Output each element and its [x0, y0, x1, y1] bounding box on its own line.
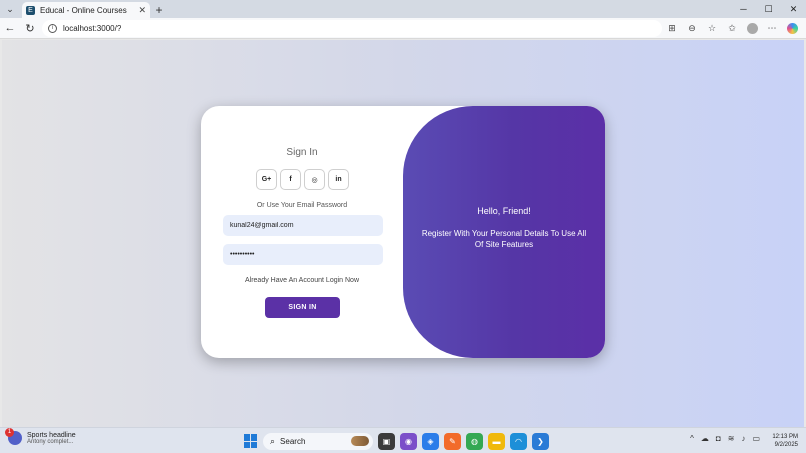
welcome-panel: Hello, Friend! Register With Your Person… [403, 106, 605, 358]
signin-button[interactable]: SIGN IN [265, 297, 340, 318]
tab-list-chevron-icon[interactable]: ⌄ [0, 0, 20, 18]
email-field[interactable] [223, 215, 383, 236]
tab-title: Educal - Online Courses [40, 5, 127, 15]
search-highlight-icon [351, 436, 369, 446]
battery-icon[interactable]: ▭ [752, 434, 760, 443]
alt-login-text: Or Use Your Email Password [256, 202, 348, 209]
windows-start-icon[interactable] [244, 434, 258, 448]
more-options-icon[interactable]: ⋯ [762, 19, 782, 39]
auth-card: Sign In G+ f ◎ in Or Use Your Email Pass… [201, 106, 605, 358]
taskbar: 1 Sports headline Antony complet... ⌕ Se… [0, 427, 806, 453]
news-widget[interactable]: 1 Sports headline Antony complet... [5, 428, 76, 445]
system-tray: ^ ☁ ◘ ≋ ♪ ▭ [690, 434, 760, 443]
signin-form: Sign In G+ f ◎ in Or Use Your Email Pass… [201, 106, 403, 358]
widget-title: Sports headline [27, 431, 76, 439]
signin-title: Sign In [286, 147, 318, 158]
new-tab-button[interactable]: + [150, 2, 168, 18]
taskbar-search[interactable]: ⌕ Search [263, 432, 373, 450]
refresh-button[interactable]: ↻ [20, 18, 40, 38]
app-view-icon[interactable]: ⊞ [662, 19, 682, 39]
app-orange-icon[interactable]: ✎ [444, 432, 461, 450]
panel-title: Hello, Friend! [477, 206, 531, 216]
app-blue-icon[interactable]: ◈ [422, 432, 439, 450]
window-controls: ─ ☐ ✕ [731, 0, 806, 18]
browser-toolbar: ← ↻ i localhost:3000/? ⊞ ⊖ ☆ ✩ ⋯ [0, 18, 806, 39]
close-window-button[interactable]: ✕ [781, 0, 806, 18]
address-bar[interactable]: i localhost:3000/? [42, 20, 662, 37]
favicon-icon: E [26, 5, 35, 15]
app-circle-icon[interactable]: ◉ [400, 432, 417, 450]
wifi-icon[interactable]: ≋ [728, 434, 735, 443]
linkedin-icon[interactable]: in [328, 169, 349, 190]
site-info-icon[interactable]: i [48, 24, 57, 33]
google-plus-icon[interactable]: G+ [256, 169, 277, 190]
chevron-up-icon[interactable]: ^ [690, 434, 694, 443]
panel-text: Register With Your Personal Details To U… [421, 229, 587, 249]
minimize-button[interactable]: ─ [731, 0, 756, 18]
reader-icon[interactable]: ⊖ [682, 19, 702, 39]
facebook-icon[interactable]: f [280, 169, 301, 190]
copilot-icon[interactable] [782, 19, 802, 39]
widget-badge: 1 [5, 428, 14, 437]
tab-educal[interactable]: E Educal - Online Courses ✕ [22, 2, 150, 18]
back-button[interactable]: ← [0, 18, 20, 38]
favorites-icon[interactable]: ✩ [722, 19, 742, 39]
password-field[interactable] [223, 244, 383, 265]
widget-icon: 1 [5, 428, 22, 445]
date-label: 9/2/2025 [774, 442, 798, 448]
tab-bar: ⌄ E Educal - Online Courses ✕ + ─ ☐ ✕ [0, 0, 806, 18]
edge-icon[interactable]: ◠ [510, 432, 527, 450]
maximize-button[interactable]: ☐ [756, 0, 781, 18]
tab-close-icon[interactable]: ✕ [138, 5, 146, 16]
taskbar-center: ⌕ Search ▣ ◉ ◈ ✎ ◍ ▬ ◠ ❯ [244, 432, 549, 450]
page-background: Sign In G+ f ◎ in Or Use Your Email Pass… [2, 40, 804, 427]
clock[interactable]: 12:13 PM 9/2/2025 [772, 433, 798, 449]
profile-icon[interactable] [742, 19, 762, 39]
github-icon[interactable]: ◎ [304, 169, 325, 190]
volume-icon[interactable]: ♪ [741, 434, 745, 443]
widget-subtitle: Antony complet... [27, 438, 74, 445]
social-buttons: G+ f ◎ in [256, 169, 349, 190]
tray-app-icon[interactable]: ◘ [716, 434, 721, 443]
task-view-icon[interactable]: ▣ [378, 432, 395, 450]
cloud-icon[interactable]: ☁ [701, 434, 709, 443]
address-text: localhost:3000/? [63, 24, 122, 33]
time-label: 12:13 PM [772, 434, 798, 440]
toolbar-actions: ⊞ ⊖ ☆ ✩ ⋯ [662, 18, 802, 39]
chrome-icon[interactable]: ◍ [466, 432, 483, 450]
login-link-text[interactable]: Already Have An Account Login Now [201, 277, 403, 284]
favorite-star-icon[interactable]: ☆ [702, 19, 722, 39]
search-label: Search [280, 436, 306, 446]
file-explorer-icon[interactable]: ▬ [488, 432, 505, 450]
vscode-icon[interactable]: ❯ [532, 432, 549, 450]
search-icon: ⌕ [270, 435, 276, 446]
